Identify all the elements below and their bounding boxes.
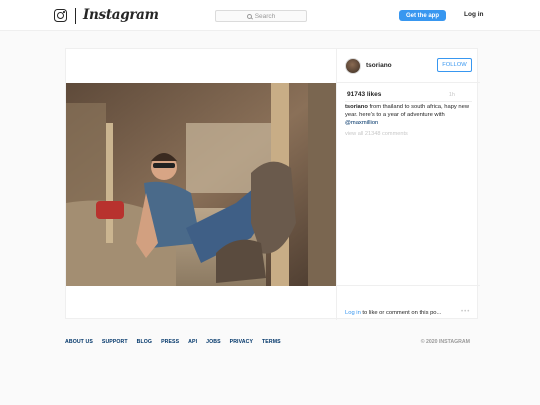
avatar[interactable] <box>345 58 361 74</box>
caption-username[interactable]: tsoriano <box>345 104 368 110</box>
footer: ABOUT US SUPPORT BLOG PRESS API JOBS PRI… <box>65 339 478 349</box>
post-timestamp: 1h <box>448 92 455 98</box>
camera-logo-icon[interactable] <box>54 9 67 22</box>
view-all-comments-link[interactable]: view all 21348 comments <box>345 131 408 137</box>
top-nav: Instagram Search Get the app Log in <box>0 0 540 31</box>
get-the-app-button[interactable]: Get the app <box>399 10 446 21</box>
post-header: tsoriano FOLLOW <box>337 49 480 83</box>
likes-count[interactable]: 91743 likes <box>347 91 381 98</box>
post-photo-image <box>66 83 336 286</box>
comment-bar: Log in to like or comment on this po... … <box>337 285 480 320</box>
more-horizontal-icon[interactable]: ••• <box>461 309 470 315</box>
copyright: © 2020 INSTAGRAM <box>420 339 470 345</box>
comment-login-link[interactable]: Log in <box>345 310 361 316</box>
search-input[interactable]: Search <box>215 10 307 22</box>
footer-link-terms[interactable]: TERMS <box>262 339 281 345</box>
footer-link-press[interactable]: PRESS <box>161 339 179 345</box>
footer-links: ABOUT US SUPPORT BLOG PRESS API JOBS PRI… <box>65 339 478 345</box>
login-link[interactable]: Log in <box>464 11 484 18</box>
comment-prompt: Log in to like or comment on this po... <box>345 310 441 316</box>
footer-link-blog[interactable]: BLOG <box>137 339 152 345</box>
post-photo[interactable] <box>66 83 336 286</box>
footer-link-privacy[interactable]: PRIVACY <box>230 339 253 345</box>
comment-prompt-text: to like or comment on this po... <box>362 310 442 316</box>
caption-mention[interactable]: @maxmillion <box>345 120 378 126</box>
footer-link-support[interactable]: SUPPORT <box>102 339 128 345</box>
post-card: tsoriano FOLLOW 91743 likes 1h tsoriano … <box>65 48 480 320</box>
footer-link-api[interactable]: API <box>188 339 197 345</box>
footer-link-about-us[interactable]: ABOUT US <box>65 339 93 345</box>
search-placeholder: Search <box>254 12 276 20</box>
post-caption: tsoriano from thailand to south africa, … <box>345 104 473 127</box>
follow-button[interactable]: FOLLOW <box>437 58 472 72</box>
post-sidebar: tsoriano FOLLOW 91743 likes 1h tsoriano … <box>336 49 480 320</box>
footer-link-jobs[interactable]: JOBS <box>206 339 221 345</box>
divider <box>345 101 472 102</box>
instagram-wordmark[interactable]: Instagram <box>83 7 159 23</box>
logo-divider <box>75 8 76 24</box>
search-icon <box>246 13 252 19</box>
username[interactable]: tsoriano <box>366 62 392 69</box>
